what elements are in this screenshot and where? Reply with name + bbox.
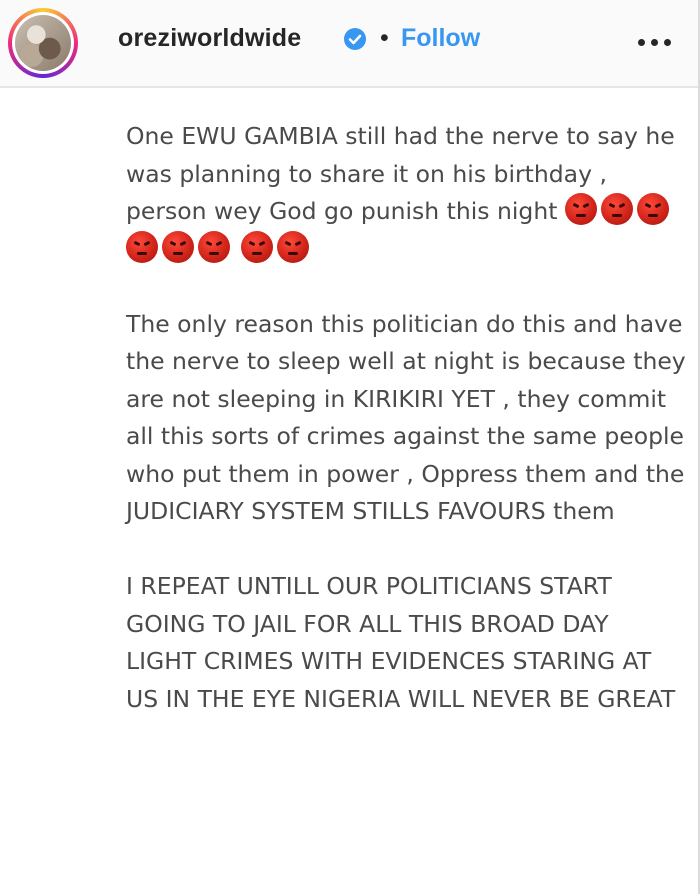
more-options-icon[interactable] [632, 32, 678, 52]
caption-paragraph-3: I REPEAT UNTILL OUR POLITICIANS START GO… [126, 572, 676, 713]
angry-face-icon [241, 230, 274, 263]
angry-face-icon [564, 193, 597, 225]
angry-face-icon [126, 230, 158, 263]
profile-photo [15, 15, 71, 71]
angry-face-icon [600, 193, 633, 225]
avatar[interactable] [8, 8, 78, 78]
angry-face-icon [162, 230, 194, 263]
caption-paragraph-1: One EWU GAMBIA still had the nerve to sa… [126, 118, 686, 268]
angry-face-icon [636, 193, 669, 225]
instagram-post: oreziworldwide • Follow One EWU GAMBIA s… [0, 0, 700, 894]
post-caption: One EWU GAMBIA still had the nerve to sa… [126, 118, 686, 718]
separator-dot: • [380, 24, 389, 52]
angry-face-icon [277, 230, 310, 263]
caption-paragraph-2: The only reason this politician do this … [126, 309, 694, 526]
follow-button[interactable]: Follow [401, 20, 480, 56]
angry-face-icon [198, 230, 230, 263]
verified-badge-icon [344, 28, 366, 50]
post-header: oreziworldwide • Follow [0, 0, 698, 88]
username-link[interactable]: oreziworldwide [118, 20, 301, 56]
